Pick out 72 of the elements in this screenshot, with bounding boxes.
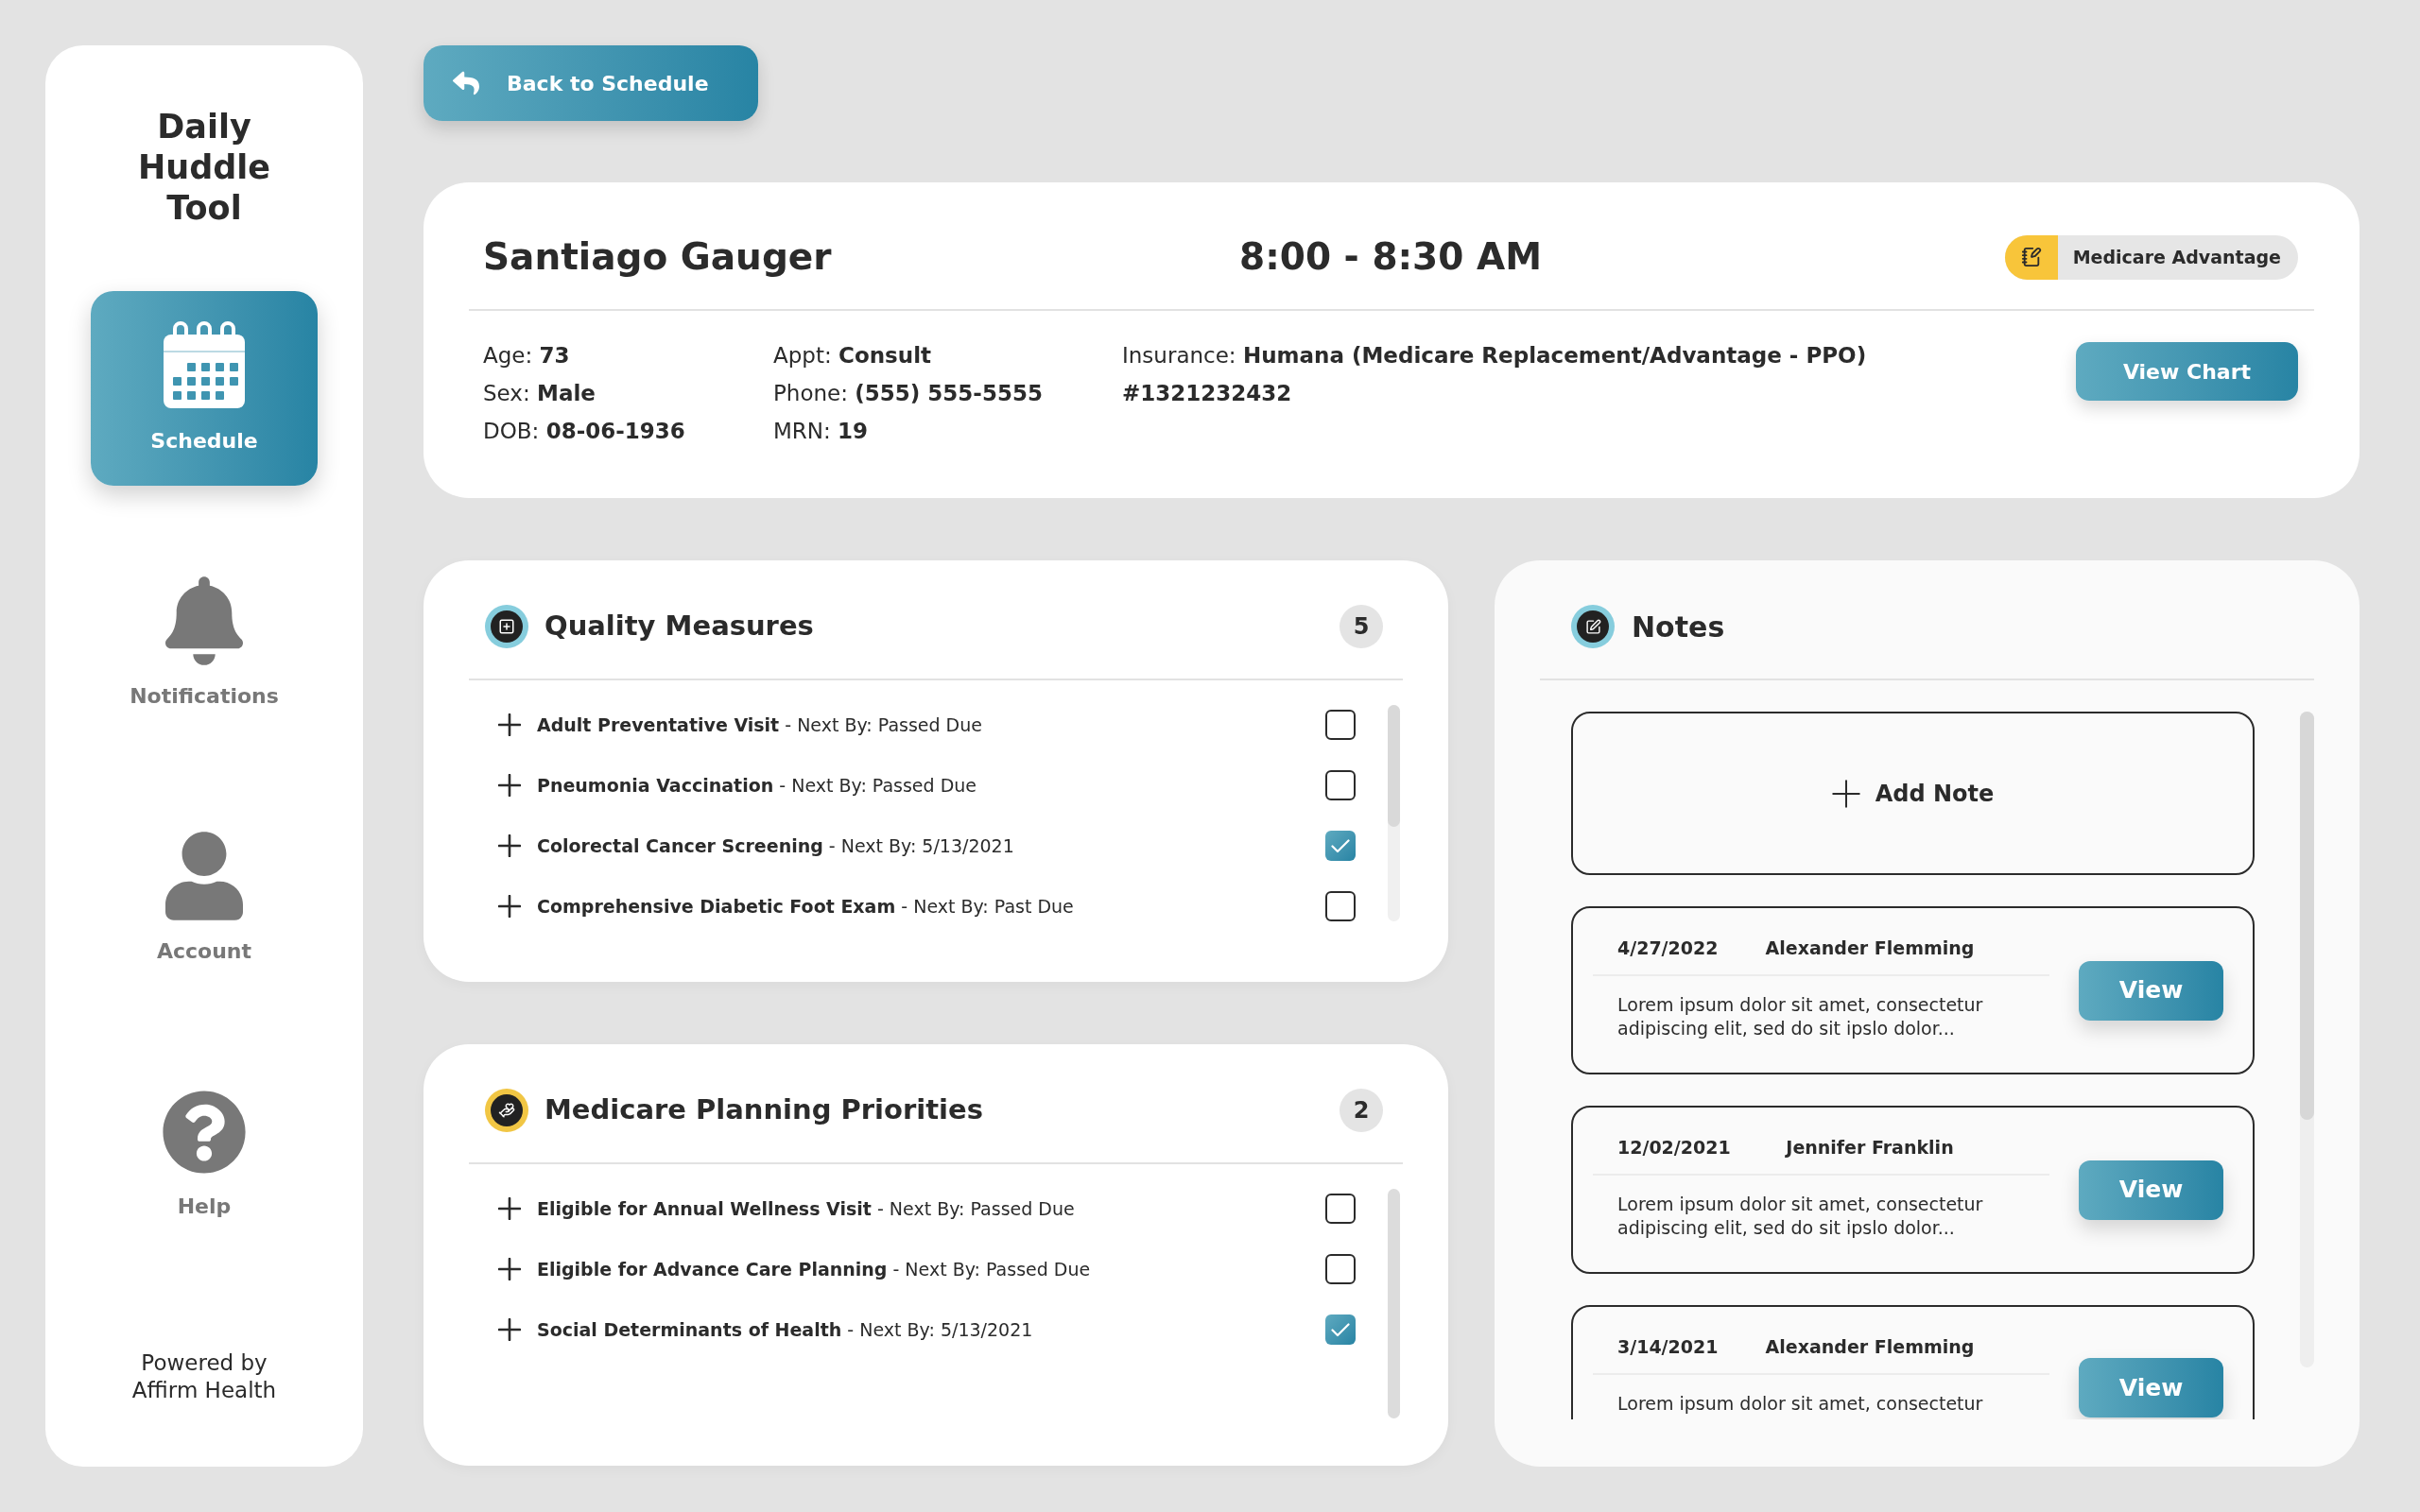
section-title: Notes	[1632, 609, 1725, 645]
checkbox[interactable]	[1325, 770, 1356, 800]
measure-text: Colorectal Cancer Screening - Next By: 5/13/2021	[537, 833, 1015, 858]
patient-detail: DOB: 08-06-1936	[483, 418, 686, 445]
powered-by-text: Powered by Affirm Health	[130, 1349, 278, 1404]
view-button[interactable]: View	[2079, 960, 2223, 1021]
measure-text: Eligible for Advance Care Planning - Next By: Passed Due	[537, 1257, 1092, 1281]
plus-icon	[1831, 779, 1860, 808]
nav-item[interactable]: Account	[91, 801, 318, 996]
patient-detail: Age: 73	[483, 342, 571, 369]
note-preview: Lorem ipsum dolor sit amet, consectetur adipiscing elit, sed do sit ipslo dolor...	[1616, 1193, 1984, 1240]
note-date: 3/14/2021	[1616, 1335, 1720, 1359]
note-preview: Lorem ipsum dolor sit amet, consectetur adipiscing elit, sed do sit ipslo dolor...	[1616, 993, 1984, 1040]
help-icon	[162, 1090, 247, 1175]
app-title: Daily Huddle Tool	[137, 107, 270, 229]
appointment-time: 8:00 - 8:30 AM	[1239, 234, 1542, 280]
plus-square-icon	[485, 605, 528, 648]
nav-item[interactable]: Help	[91, 1057, 318, 1251]
edit-icon	[1571, 605, 1615, 648]
checkbox[interactable]	[1325, 710, 1356, 740]
patient-name: Santiago Gauger	[483, 234, 832, 280]
measure-text: Adult Preventative Visit - Next By: Passed Due	[537, 713, 983, 737]
section-title: Medicare Planning Priorities	[544, 1092, 983, 1128]
measure-text: Eligible for Annual Wellness Visit - Next By: Passed Due	[537, 1196, 1076, 1221]
section-title: Quality Measures	[544, 609, 814, 644]
checkbox[interactable]	[1325, 1194, 1356, 1224]
note-author: Alexander Flemming	[1764, 936, 1976, 960]
patient-detail: Phone: (555) 555-5555	[773, 380, 1044, 407]
measure-text: Pneumonia Vaccination - Next By: Passed Due	[537, 773, 978, 798]
plus-icon[interactable]	[498, 713, 521, 736]
view-button[interactable]: View	[2079, 1358, 2223, 1418]
measure-text: Social Determinants of Health - Next By: 5/13/2021	[537, 1317, 1034, 1342]
scrollbar-thumb[interactable]	[2300, 712, 2314, 1120]
scrollbar[interactable]	[1388, 705, 1400, 921]
view-chart-button[interactable]: View Chart	[2076, 342, 2298, 401]
note-date: 12/02/2021	[1616, 1136, 1732, 1160]
reply-arrow-icon	[452, 70, 480, 96]
note-preview: Lorem ipsum dolor sit amet, consectetur	[1616, 1392, 1984, 1416]
checkbox[interactable]	[1325, 831, 1356, 861]
checkbox[interactable]	[1325, 1314, 1356, 1345]
checkmark-icon	[1331, 838, 1350, 853]
plus-icon[interactable]	[498, 895, 521, 918]
scrollbar[interactable]	[1388, 1189, 1400, 1418]
notepad-icon	[2004, 234, 2058, 280]
patient-detail: Insurance: Humana (Medicare Replacement/Advantage - PPO) #1321232432	[1122, 342, 1868, 407]
patient-detail: Sex: Male	[483, 380, 596, 407]
person-icon	[165, 832, 243, 920]
nav-item[interactable]: Notifications	[91, 546, 318, 741]
view-button[interactable]: View	[2079, 1160, 2223, 1220]
plus-icon[interactable]	[498, 1258, 521, 1280]
scrollbar-thumb[interactable]	[1388, 705, 1400, 827]
note-author: Alexander Flemming	[1764, 1335, 1976, 1359]
note-date: 4/27/2022	[1616, 936, 1720, 960]
back-button[interactable]: Back to Schedule	[424, 45, 758, 121]
bell-icon	[165, 576, 243, 665]
plus-icon[interactable]	[498, 834, 521, 857]
checkbox[interactable]	[1325, 1254, 1356, 1284]
patient-detail: MRN: 19	[773, 418, 870, 445]
scrollbar[interactable]	[2300, 712, 2314, 1367]
plus-icon[interactable]	[498, 1318, 521, 1341]
note-author: Jennifer Franklin	[1784, 1136, 1955, 1160]
plus-icon[interactable]	[498, 1197, 521, 1220]
measure-text: Comprehensive Diabetic Foot Exam - Next By: Past Due	[537, 894, 1075, 919]
item-count: 5	[1340, 605, 1383, 648]
plan-name: Medicare Advantage	[2072, 246, 2281, 269]
patient-detail: Appt: Consult	[773, 342, 932, 369]
item-count: 2	[1340, 1089, 1383, 1132]
plus-icon[interactable]	[498, 774, 521, 797]
checkbox[interactable]	[1325, 891, 1356, 921]
checkmark-icon	[1331, 1322, 1350, 1337]
add-note-button[interactable]: Add Note	[1571, 712, 2255, 875]
nav-item[interactable]: Schedule	[91, 291, 318, 486]
